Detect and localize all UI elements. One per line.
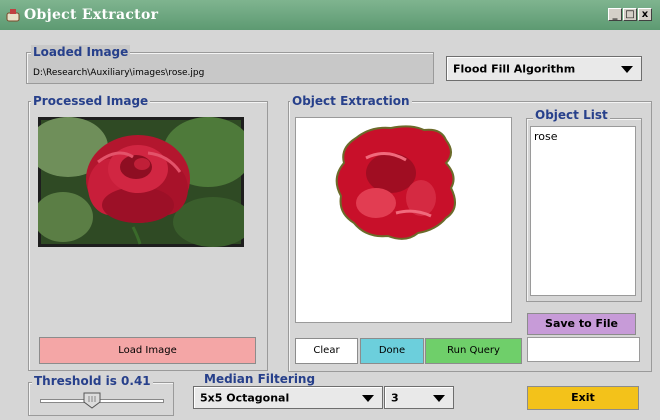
- object-name-field[interactable]: [527, 337, 640, 362]
- threshold-slider-track[interactable]: [40, 399, 164, 403]
- chevron-down-icon: [362, 394, 374, 402]
- object-list-label: Object List: [533, 108, 610, 122]
- median-shape-selected: 5x5 Octagonal: [200, 391, 290, 404]
- load-image-button[interactable]: Load Image: [39, 337, 256, 364]
- chevron-down-icon: [621, 65, 633, 73]
- list-item[interactable]: rose: [534, 130, 558, 143]
- processed-image-label: Processed Image: [31, 94, 151, 108]
- median-size-dropdown[interactable]: 3: [384, 386, 454, 409]
- loaded-image-label: Loaded Image: [31, 45, 131, 59]
- close-button[interactable]: x: [638, 8, 652, 21]
- minimize-button[interactable]: _: [608, 8, 622, 21]
- window-title: Object Extractor: [24, 7, 159, 23]
- object-list-box[interactable]: rose: [530, 126, 636, 296]
- median-filtering-label: Median Filtering: [204, 372, 316, 386]
- threshold-slider-thumb[interactable]: [83, 392, 101, 409]
- title-bar: Object Extractor _ □ x: [0, 0, 660, 30]
- maximize-button[interactable]: □: [623, 8, 637, 21]
- clear-button[interactable]: Clear: [295, 338, 358, 364]
- chevron-down-icon: [433, 394, 445, 402]
- median-shape-dropdown[interactable]: 5x5 Octagonal: [193, 386, 383, 409]
- exit-button[interactable]: Exit: [527, 386, 639, 410]
- object-extraction-label: Object Extraction: [290, 94, 412, 108]
- save-to-file-button[interactable]: Save to File: [527, 313, 636, 335]
- algorithm-selected: Flood Fill Algorithm: [453, 62, 576, 75]
- algorithm-dropdown[interactable]: Flood Fill Algorithm: [446, 56, 642, 81]
- loaded-image-path: D:\Research\Auxiliary\images\rose.jpg: [33, 68, 205, 78]
- processed-image-photo: [38, 117, 244, 247]
- app-icon: [6, 9, 20, 22]
- median-size-selected: 3: [391, 391, 399, 404]
- threshold-label: Threshold is 0.41: [32, 374, 153, 388]
- extracted-object-image: [335, 125, 456, 240]
- extraction-canvas[interactable]: [295, 117, 512, 323]
- done-button[interactable]: Done: [360, 338, 424, 364]
- run-query-button[interactable]: Run Query: [425, 338, 522, 364]
